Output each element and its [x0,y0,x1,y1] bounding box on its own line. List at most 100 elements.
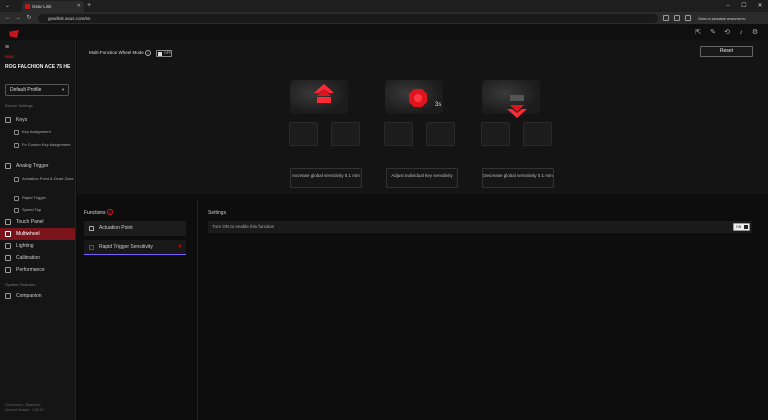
sidebar-subitem-label: Rapid Trigger [22,195,47,200]
keycap [289,122,318,146]
section-device-settings: Device Settings [5,103,33,108]
trigger-icon [5,163,11,169]
address-bar-row: ← → ↻ gearlink.asus.com/en Окно в режиме… [0,12,768,25]
info-icon[interactable]: i [145,50,151,56]
sidebar-item-multiwheel[interactable]: Multiwheel [0,228,75,240]
lighting-icon [5,243,11,249]
multifunction-wheel-toggle[interactable]: OFF [156,50,172,57]
function-item-rapid-trigger-sensitivity[interactable]: Rapid Trigger Sensitivity 4 [84,240,186,255]
browser-tab[interactable]: Gear Link ✕ [22,1,84,12]
app-header [0,26,768,40]
sidebar-item-performance[interactable]: Performance [0,264,75,276]
sidebar-item-label: Multiwheel [16,231,40,237]
increase-sensitivity-description: Increase global sensitivity 0.1 mm [290,168,362,188]
sidebar-item-lighting[interactable]: Lighting [0,240,75,252]
settings-title: Settings [208,210,227,216]
cast-icon[interactable] [674,15,680,21]
sidebar-item-label: Calibration [16,255,40,261]
section-system-features: System Features [5,282,36,287]
scroll-down-arrow-icon [507,95,527,118]
keycap [331,122,360,146]
hold-duration-label: 3s [435,102,442,108]
profile-dropdown[interactable]: Default Profile ▼ [5,84,69,96]
function-item-label: Rapid Trigger Sensitivity [99,244,153,250]
minimize-icon[interactable]: – [720,0,736,12]
keyboard-icon [5,117,11,123]
sidebar-item-label: Lighting [16,243,34,249]
sidebar-item-analog-trigger[interactable]: Analog Trigger [0,160,75,172]
decrease-sensitivity-description: Decrease global sensitivity 0.1 mm [482,168,554,188]
sidebar-subitem-label: Actuation Point & Dead Zone [22,176,74,181]
tab-favicon-icon [25,4,30,9]
tab-close-icon[interactable]: ✕ [77,1,81,12]
enable-function-toggle[interactable]: ON [733,223,750,231]
bookmark-icon[interactable] [685,15,691,21]
keycap [481,122,510,146]
sidebar-item-calibration[interactable]: Calibration [0,252,75,264]
actuation-icon [14,177,19,182]
keycap [426,122,455,146]
sidebar-footer: Connection : Bluetooth Current Version :… [5,403,44,413]
tab-list-icon[interactable]: ⌄ [5,2,13,10]
sidebar-subitem-fn-combo[interactable]: Fn Combo Key Assignment [0,142,75,148]
function-item-label: Actuation Point [99,225,133,231]
actuation-point-icon [89,226,94,231]
panel-divider [197,200,198,420]
sidebar-item-companion[interactable]: Companion [0,290,75,302]
wheel-group-adjust: 3s [363,80,455,150]
toggle-state: ON [736,225,742,229]
sidebar-item-label: Touch Panel [16,219,44,225]
profile-value: Default Profile [10,87,42,93]
touch-panel-icon [5,219,11,225]
menu-hamburger-icon[interactable]: ≡ [5,44,9,51]
sidebar-subitem-rapid-trigger[interactable]: Rapid Trigger [0,195,75,201]
key-icon [14,130,19,135]
key-combo-icon [14,143,19,148]
settings-row: Turn ON to enable this function [208,221,752,233]
keycap [523,122,552,146]
url-field[interactable]: gearlink.asus.com/en [38,14,658,23]
sidebar-subitem-actuation-dead-zone[interactable]: Actuation Point & Dead Zone [0,176,75,182]
rapid-trigger-sensitivity-icon [89,245,94,250]
forward-icon[interactable]: → [13,13,23,24]
toggle-knob [744,225,748,229]
current-version: Current Version : 1.00.07 [5,408,44,412]
new-tab-button[interactable]: + [87,0,91,12]
toggle-knob [158,52,162,56]
adjust-sensitivity-description: Adjust individual key sensitivity [386,168,458,188]
window-close-icon[interactable]: ✕ [752,0,768,12]
incognito-label[interactable]: Окно в режиме инкогнито [698,14,745,23]
sidebar-subitem-speed-tap[interactable]: Speed Tap [0,207,75,213]
sidebar-item-keys[interactable]: Keys [0,114,75,126]
sidebar-subitem-label: Speed Tap [22,207,42,212]
export-icon[interactable]: ⇱ [694,29,702,37]
sidebar-item-label: Analog Trigger [16,163,49,169]
sidebar-item-label: Performance [16,267,45,273]
sidebar-subitem-key-assignment[interactable]: Key Assignment [0,129,75,135]
edit-icon[interactable]: ✎ [709,29,717,37]
function-item-actuation-point[interactable]: Actuation Point [84,221,186,236]
function-item-count: 4 [178,244,181,250]
reload-icon[interactable]: ↻ [24,13,34,24]
chevron-down-icon: ▼ [61,87,65,92]
reset-button[interactable]: Reset [700,46,753,57]
sidebar-item-label: Keys [16,117,28,123]
notification-bell-icon[interactable]: ♪ [737,29,745,37]
brand-label: ROG [5,54,15,59]
url-text: gearlink.asus.com/en [48,16,91,21]
translate-icon[interactable] [663,15,669,21]
keycap [384,122,413,146]
maximize-icon[interactable]: ☐ [736,0,752,12]
settings-gear-icon[interactable]: ⚙ [751,29,759,37]
sidebar-item-touch-panel[interactable]: Touch Panel [0,216,75,228]
sidebar-item-label: Companion [16,293,42,299]
companion-icon [5,293,11,299]
calibration-icon [5,255,11,261]
sync-icon[interactable]: ⟲ [723,29,731,37]
back-icon[interactable]: ← [3,13,13,24]
wheel-group-increase [268,80,360,150]
settings-row-label: Turn ON to enable this function [212,224,275,229]
multifunction-wheel-mode-label: Multi-Function Wheel Mode [89,50,144,55]
wheel-group-decrease [460,80,552,150]
functions-badge: 2 [107,209,113,215]
